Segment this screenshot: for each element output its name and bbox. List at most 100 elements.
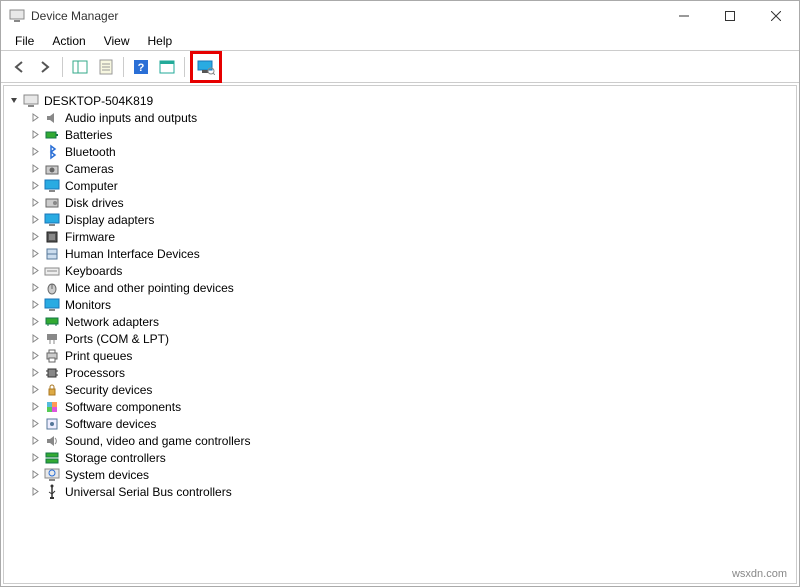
expander-closed-icon[interactable] [29, 299, 41, 311]
expander-closed-icon[interactable] [29, 214, 41, 226]
hid-icon [44, 246, 60, 262]
expander-closed-icon[interactable] [29, 469, 41, 481]
expander-closed-icon[interactable] [29, 350, 41, 362]
expander-closed-icon[interactable] [29, 418, 41, 430]
toolbar-help[interactable]: ? [129, 55, 153, 79]
expander-closed-icon[interactable] [29, 248, 41, 260]
toolbar-show-hide-console-tree[interactable] [68, 55, 92, 79]
tree-category-label: Audio inputs and outputs [63, 111, 199, 125]
monitor-icon [44, 297, 60, 313]
tree-category-row[interactable]: Computer [8, 177, 792, 194]
tree-category-label: Software components [63, 400, 183, 414]
battery-icon [44, 127, 60, 143]
cpu-icon [44, 365, 60, 381]
maximize-button[interactable] [707, 1, 753, 31]
tree-category-label: Processors [63, 366, 127, 380]
toolbar-properties[interactable] [94, 55, 118, 79]
tree-category-row[interactable]: Mice and other pointing devices [8, 279, 792, 296]
minimize-button[interactable] [661, 1, 707, 31]
tree-category-label: Bluetooth [63, 145, 118, 159]
tree-category-row[interactable]: Print queues [8, 347, 792, 364]
device-tree-panel[interactable]: DESKTOP-504K819 Audio inputs and outputs… [3, 85, 797, 584]
network-icon [44, 314, 60, 330]
expander-closed-icon[interactable] [29, 282, 41, 294]
expander-closed-icon[interactable] [29, 129, 41, 141]
back-icon [11, 59, 27, 75]
titlebar: Device Manager [1, 1, 799, 31]
tree-category-label: Sound, video and game controllers [63, 434, 252, 448]
expander-open-icon[interactable] [8, 95, 20, 107]
expander-closed-icon[interactable] [29, 163, 41, 175]
toolbar-action-center[interactable] [155, 55, 179, 79]
toolbar-back[interactable] [7, 55, 31, 79]
tree-category-row[interactable]: Display adapters [8, 211, 792, 228]
menu-action[interactable]: Action [44, 33, 93, 49]
storage-icon [44, 450, 60, 466]
tree-category-label: Batteries [63, 128, 114, 142]
toolbar-separator [184, 57, 185, 77]
expander-closed-icon[interactable] [29, 333, 41, 345]
expander-closed-icon[interactable] [29, 265, 41, 277]
tree-category-row[interactable]: Network adapters [8, 313, 792, 330]
toolbar-scan-hardware[interactable] [194, 55, 218, 79]
tree-root-row[interactable]: DESKTOP-504K819 [8, 92, 792, 109]
forward-icon [37, 59, 53, 75]
bluetooth-icon [44, 144, 60, 160]
expander-closed-icon[interactable] [29, 367, 41, 379]
window-controls [661, 1, 799, 31]
computer-icon [44, 178, 60, 194]
tree-category-row[interactable]: Batteries [8, 126, 792, 143]
expander-closed-icon[interactable] [29, 180, 41, 192]
expander-closed-icon[interactable] [29, 316, 41, 328]
tree-category-row[interactable]: Disk drives [8, 194, 792, 211]
toolbar-separator [62, 57, 63, 77]
printer-icon [44, 348, 60, 364]
tree-category-row[interactable]: Security devices [8, 381, 792, 398]
menu-view[interactable]: View [96, 33, 138, 49]
tree-category-label: System devices [63, 468, 151, 482]
show-hide-tree-icon [72, 59, 88, 75]
tree-category-row[interactable]: Audio inputs and outputs [8, 109, 792, 126]
expander-closed-icon[interactable] [29, 486, 41, 498]
tree-category-row[interactable]: Storage controllers [8, 449, 792, 466]
expander-closed-icon[interactable] [29, 231, 41, 243]
tree-category-row[interactable]: System devices [8, 466, 792, 483]
camera-icon [44, 161, 60, 177]
tree-category-label: Software devices [63, 417, 158, 431]
audio-icon [44, 110, 60, 126]
tree-category-row[interactable]: Bluetooth [8, 143, 792, 160]
system-icon [44, 467, 60, 483]
expander-closed-icon[interactable] [29, 384, 41, 396]
expander-closed-icon[interactable] [29, 112, 41, 124]
tree-category-row[interactable]: Ports (COM & LPT) [8, 330, 792, 347]
tree-category-label: Computer [63, 179, 120, 193]
display-icon [44, 212, 60, 228]
menu-help[interactable]: Help [140, 33, 181, 49]
expander-closed-icon[interactable] [29, 435, 41, 447]
tree-category-row[interactable]: Firmware [8, 228, 792, 245]
menu-file[interactable]: File [7, 33, 42, 49]
tree-root-label: DESKTOP-504K819 [42, 94, 155, 108]
tree-category-label: Mice and other pointing devices [63, 281, 236, 295]
tree-category-row[interactable]: Universal Serial Bus controllers [8, 483, 792, 500]
port-icon [44, 331, 60, 347]
tree-category-row[interactable]: Monitors [8, 296, 792, 313]
tree-category-row[interactable]: Software components [8, 398, 792, 415]
tree-category-row[interactable]: Keyboards [8, 262, 792, 279]
tree-category-row[interactable]: Software devices [8, 415, 792, 432]
menubar: File Action View Help [1, 31, 799, 51]
computer-icon [23, 93, 39, 109]
expander-closed-icon[interactable] [29, 401, 41, 413]
tree-category-row[interactable]: Cameras [8, 160, 792, 177]
tree-category-row[interactable]: Processors [8, 364, 792, 381]
tree-category-row[interactable]: Sound, video and game controllers [8, 432, 792, 449]
expander-closed-icon[interactable] [29, 452, 41, 464]
firmware-icon [44, 229, 60, 245]
scan-hardware-icon [197, 59, 215, 75]
tree-category-label: Ports (COM & LPT) [63, 332, 171, 346]
expander-closed-icon[interactable] [29, 146, 41, 158]
expander-closed-icon[interactable] [29, 197, 41, 209]
tree-category-row[interactable]: Human Interface Devices [8, 245, 792, 262]
toolbar-forward[interactable] [33, 55, 57, 79]
close-button[interactable] [753, 1, 799, 31]
